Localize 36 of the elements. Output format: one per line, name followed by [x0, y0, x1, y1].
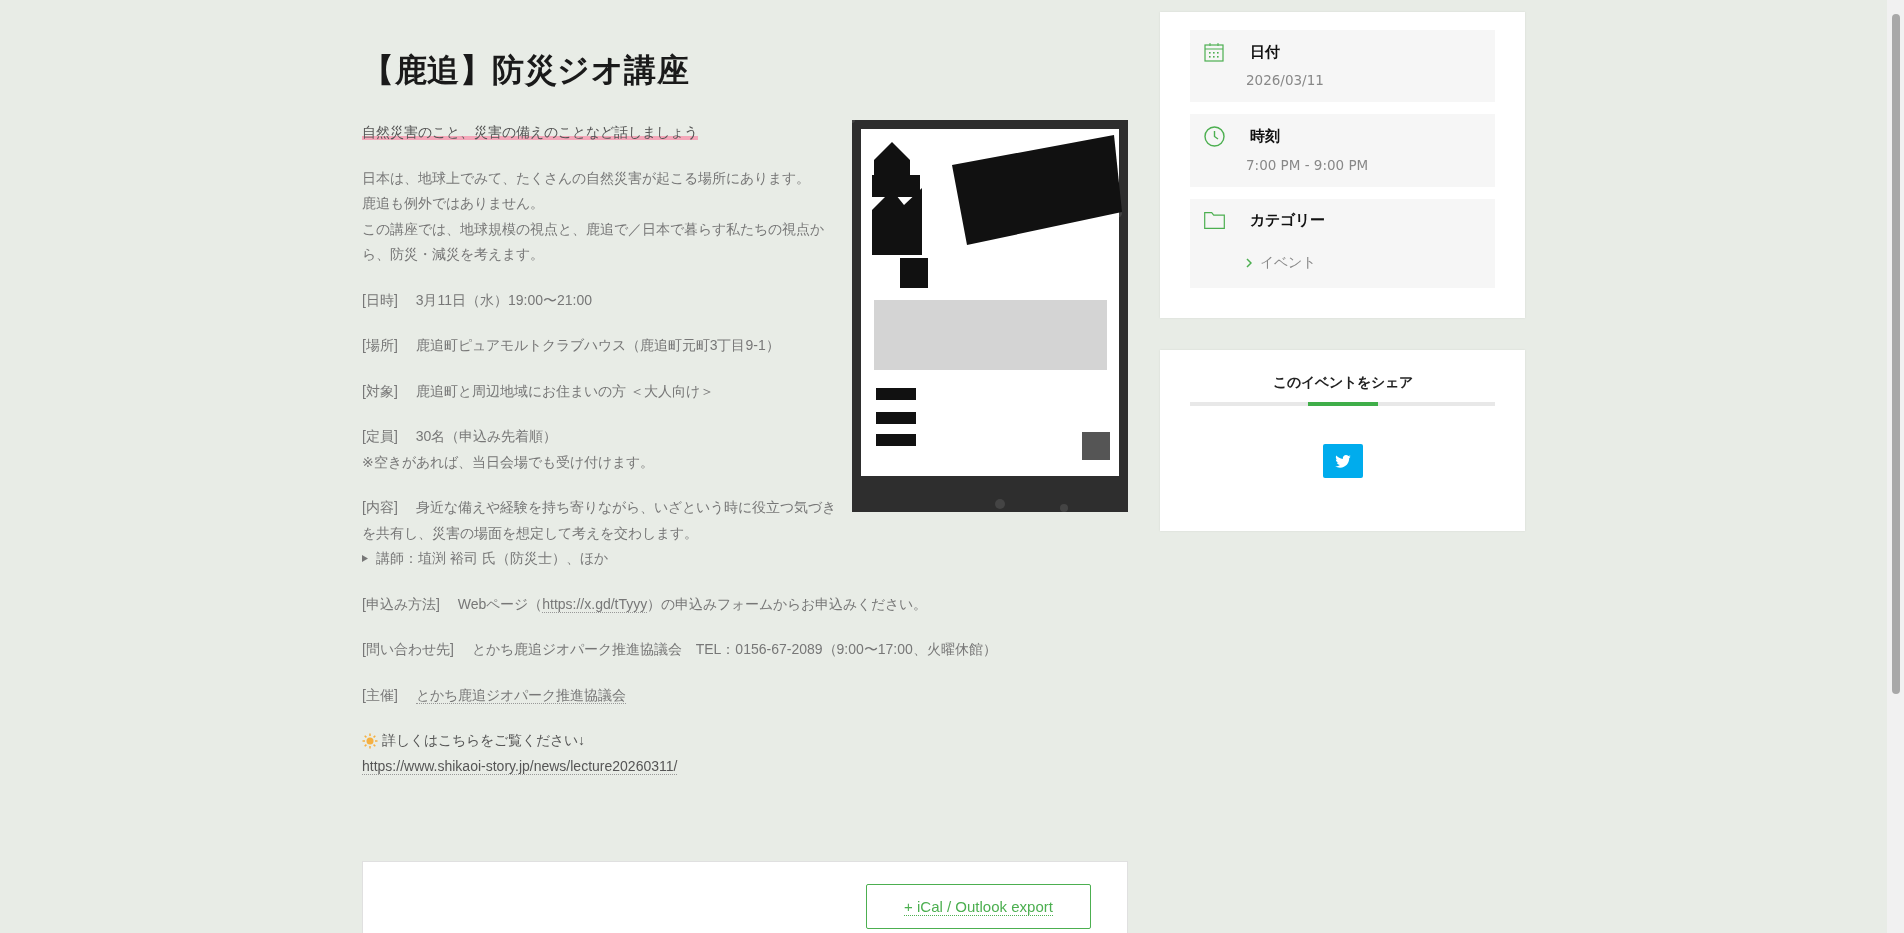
organizer-link[interactable]: とかち鹿追ジオパーク推進協議会 — [415, 686, 626, 704]
bullet-icon — [362, 555, 368, 563]
info-value: 7:00 PM - 9:00 PM — [1246, 157, 1370, 173]
intro-text: 日本は、地球上でみて、たくさんの自然災害が起こる場所にあります。 — [362, 169, 810, 186]
detail-text: [申込み方法] Webページ（https://x.gd/tTyyy）の申込みフォームからお申込みください。 — [362, 595, 928, 612]
folder-icon — [1204, 212, 1225, 229]
detail-text: [内容] 身近な備えや経験を持ち寄りながら、いざという時に役立つ気づきを共有し、災害の場面を想定して考えを交わします。 — [362, 499, 836, 541]
details-link[interactable]: https://www.shikaoi-story.jp/news/lecture20260311/ — [362, 757, 678, 775]
clock-icon — [1204, 126, 1225, 147]
detail-text: [定員] 30名（申込み先着順） — [362, 428, 558, 444]
bird-icon — [1334, 454, 1351, 468]
category-link[interactable]: イベント — [1260, 254, 1316, 272]
info-heading: 日付 — [1250, 42, 1281, 62]
more-info-text: 詳しくはこちらをご覧ください↓ — [382, 731, 585, 750]
url-link[interactable]: https://x.gd/tTyyy — [542, 595, 648, 613]
info-value: 2026/03/11 — [1246, 72, 1325, 88]
intro-text: 鹿追も例外ではありません。 — [362, 195, 544, 211]
info-heading: 時刻 — [1250, 127, 1281, 146]
share-heading: このイベントをシェア — [1271, 374, 1414, 392]
page-title: 【鹿追】防災ジオ講座 — [362, 51, 690, 90]
detail-text: [日時] 3月11日（水）19:00〜21:00 — [362, 291, 593, 308]
detail-text: [問い合わせ先] とかち鹿追ジオパーク推進協議会 TEL：0156-67-2089（9:00〜17:00、火曜休館） — [362, 641, 997, 657]
detail-label: [主催] — [362, 686, 398, 703]
scrollbar-thumb[interactable] — [1892, 14, 1900, 694]
sun-icon — [362, 732, 378, 749]
info-heading: カテゴリー — [1250, 211, 1326, 230]
intro-text: この講座では、地球規模の視点と、鹿追で／日本で暮らす私たちの視点から、防災・減災を考えます。 — [362, 220, 824, 262]
chevron-icon — [1246, 258, 1252, 268]
detail-text: [場所] 鹿追町ピュアモルトクラブハウス（鹿追町元町3丁目9-1） — [362, 337, 780, 353]
detail-text: [対象] 鹿追町と周辺地域にお住まいの方 ＜大人向け＞ — [362, 382, 714, 399]
export-button[interactable]: + iCal / Outlook export — [866, 884, 1091, 929]
detail-note: ※空きがあれば、当日会場でも受け付けます。 — [362, 453, 654, 470]
twitter-share-button[interactable] — [1322, 444, 1363, 478]
calendar-icon — [1204, 42, 1224, 62]
highlighted-tagline: 自然災害のこと、災害の備えのことなど話しましょう — [362, 124, 698, 140]
instructor-text: 講師：埴渕 裕司 氏（防災士）、ほか — [376, 549, 608, 568]
